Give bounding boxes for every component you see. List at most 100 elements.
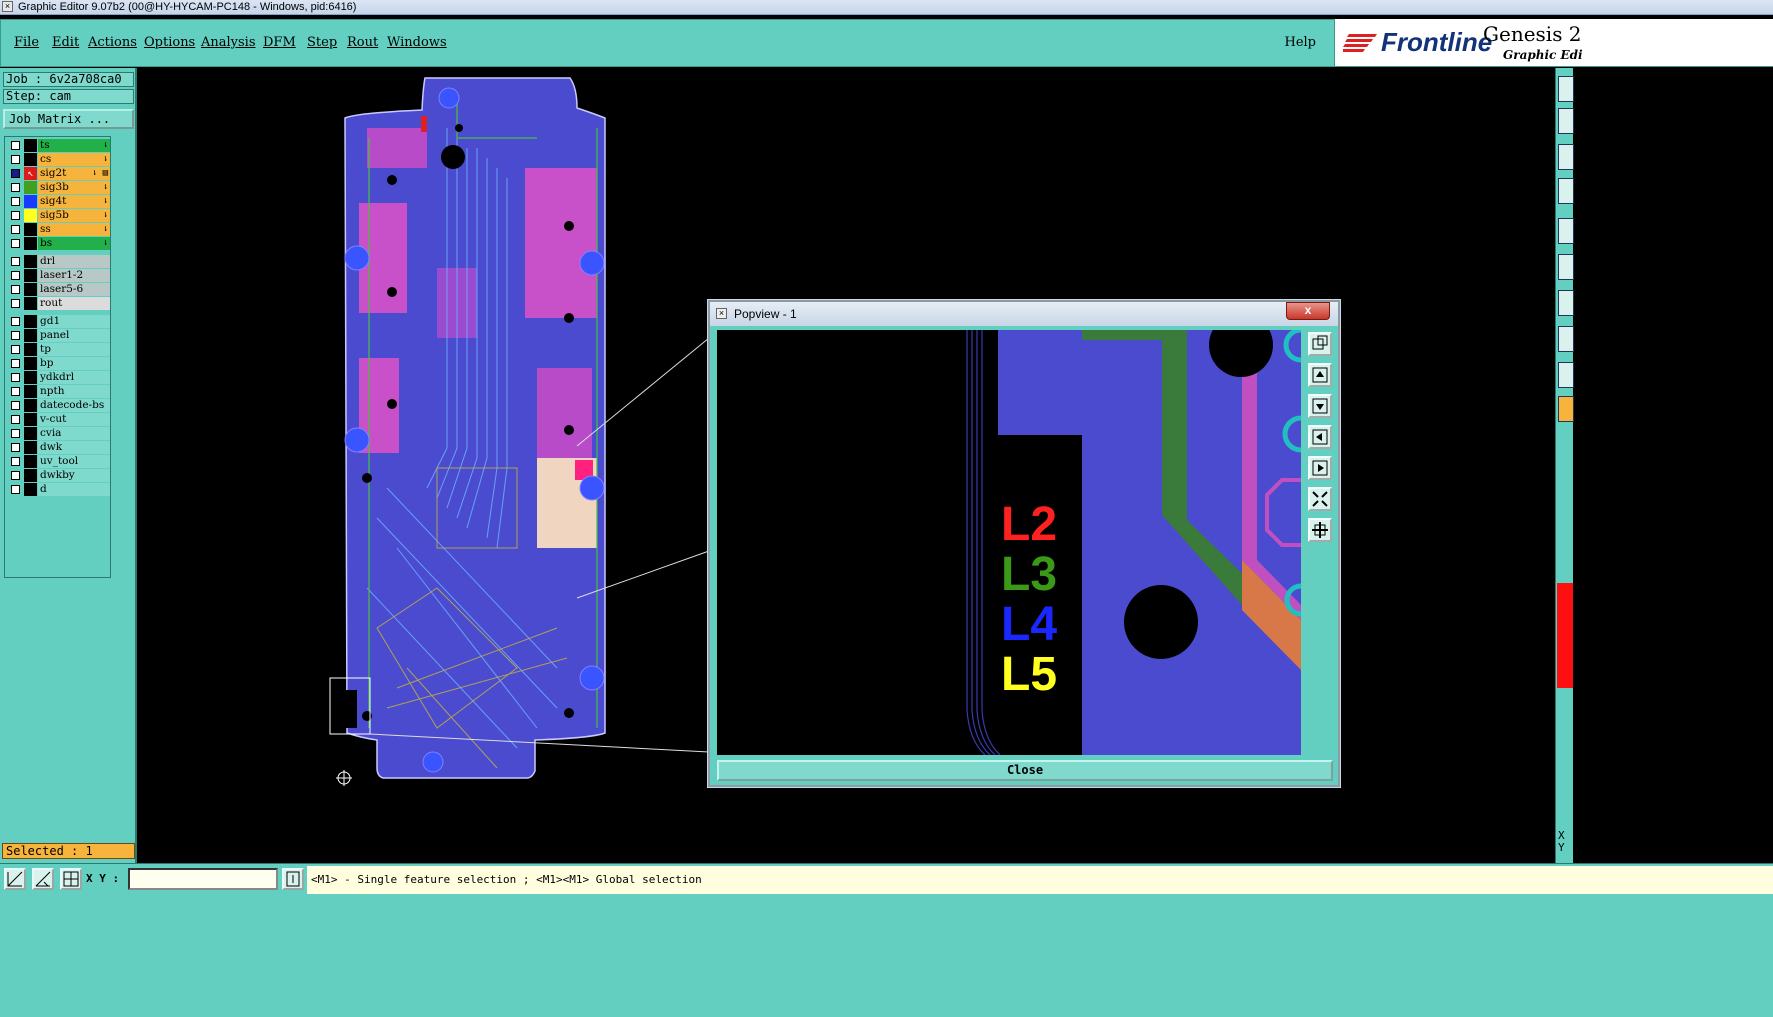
- layer-checkbox[interactable]: [11, 485, 20, 494]
- layer-row-gd1[interactable]: gd1: [7, 315, 111, 328]
- layer-row-ss[interactable]: ss ⇂: [7, 223, 111, 236]
- layer-color-swatch[interactable]: [24, 441, 37, 454]
- right-tool-button[interactable]: [1558, 362, 1574, 388]
- menu-rout[interactable]: Rout: [347, 35, 378, 50]
- layer-name[interactable]: tp: [38, 343, 110, 356]
- right-tool-button[interactable]: [1558, 144, 1574, 170]
- layer-row-sig5b[interactable]: sig5b ⇂: [7, 209, 111, 222]
- layer-row-sig4t[interactable]: sig4t ⇂: [7, 195, 111, 208]
- layer-row-sig2t[interactable]: ↖ sig2t ⇂ ▤: [7, 167, 111, 180]
- layer-checkbox[interactable]: [11, 359, 20, 368]
- layer-color-swatch[interactable]: [24, 455, 37, 468]
- layer-checkbox[interactable]: [11, 239, 20, 248]
- layer-row-bp[interactable]: bp: [7, 357, 111, 370]
- layer-color-swatch[interactable]: [24, 297, 37, 310]
- layer-color-swatch[interactable]: [24, 413, 37, 426]
- popview-pan-left-button[interactable]: [1308, 425, 1332, 449]
- layer-checkbox[interactable]: [11, 331, 20, 340]
- layer-color-swatch[interactable]: [24, 343, 37, 356]
- layer-row-tp[interactable]: tp: [7, 343, 111, 356]
- layer-row-panel[interactable]: panel: [7, 329, 111, 342]
- layer-color-swatch[interactable]: ↖: [24, 167, 37, 180]
- info-button[interactable]: [282, 868, 304, 890]
- layer-checkbox[interactable]: [11, 285, 20, 294]
- layer-checkbox[interactable]: [11, 373, 20, 382]
- layer-color-swatch[interactable]: [24, 195, 37, 208]
- popview-close-x-button[interactable]: x: [1286, 302, 1330, 320]
- right-tool-button[interactable]: [1558, 76, 1574, 102]
- layer-name[interactable]: dwkby: [38, 469, 110, 482]
- layer-row-ydkdrl[interactable]: ydkdrl: [7, 371, 111, 384]
- layer-checkbox[interactable]: [11, 271, 20, 280]
- right-tool-button[interactable]: [1558, 290, 1574, 316]
- layer-color-swatch[interactable]: [24, 385, 37, 398]
- menu-windows[interactable]: Windows: [387, 35, 447, 50]
- layer-row-ts[interactable]: ts ⇂: [7, 139, 111, 152]
- layer-name[interactable]: laser5-6: [38, 283, 110, 296]
- popview-pan-right-button[interactable]: [1308, 456, 1332, 480]
- layer-row-cvia[interactable]: cvia: [7, 427, 111, 440]
- measure-tool-button[interactable]: [32, 868, 54, 890]
- right-tool-button[interactable]: [1558, 178, 1574, 204]
- layer-name[interactable]: sig3b: [38, 181, 110, 194]
- layer-checkbox[interactable]: [11, 457, 20, 466]
- menu-actions[interactable]: Actions: [88, 35, 137, 50]
- layer-checkbox[interactable]: [11, 155, 20, 164]
- layer-color-swatch[interactable]: [24, 269, 37, 282]
- right-tool-button[interactable]: [1558, 218, 1574, 244]
- layer-name[interactable]: cs: [38, 153, 110, 166]
- layer-name[interactable]: panel: [38, 329, 110, 342]
- layer-checkbox[interactable]: [11, 317, 20, 326]
- layer-color-swatch[interactable]: [24, 237, 37, 250]
- layer-color-swatch[interactable]: [24, 315, 37, 328]
- layer-name[interactable]: bp: [38, 357, 110, 370]
- layer-row-v-cut[interactable]: v-cut: [7, 413, 111, 426]
- layer-row-laser5-6[interactable]: laser5-6: [7, 283, 111, 296]
- layer-name[interactable]: ts: [38, 139, 110, 152]
- right-tool-button-active[interactable]: [1558, 396, 1574, 422]
- job-matrix-button[interactable]: Job Matrix ...: [3, 109, 134, 129]
- layer-row-laser1-2[interactable]: laser1-2: [7, 269, 111, 282]
- layer-name[interactable]: datecode-bs: [38, 399, 110, 412]
- right-tool-button[interactable]: [1558, 254, 1574, 280]
- popview-canvas[interactable]: L2 L3 L4 L5: [717, 330, 1301, 755]
- layer-checkbox[interactable]: [11, 415, 20, 424]
- layer-name[interactable]: gd1: [38, 315, 110, 328]
- layer-name[interactable]: rout: [38, 297, 110, 310]
- layer-row-dwk[interactable]: dwk: [7, 441, 111, 454]
- layer-name[interactable]: bs: [38, 237, 110, 250]
- layer-row-d[interactable]: d: [7, 483, 111, 496]
- layer-name[interactable]: sig4t: [38, 195, 110, 208]
- menu-analysis[interactable]: Analysis: [201, 35, 256, 50]
- layer-checkbox[interactable]: [11, 141, 20, 150]
- layer-checkbox[interactable]: [11, 429, 20, 438]
- layer-name[interactable]: ss: [38, 223, 110, 236]
- layer-name[interactable]: npth: [38, 385, 110, 398]
- layer-color-swatch[interactable]: [24, 181, 37, 194]
- layer-checkbox[interactable]: [11, 401, 20, 410]
- layer-color-swatch[interactable]: [24, 469, 37, 482]
- layer-color-swatch[interactable]: [24, 483, 37, 496]
- layer-color-swatch[interactable]: [24, 371, 37, 384]
- layer-color-swatch[interactable]: [24, 399, 37, 412]
- popview-zoom-in-button[interactable]: [1308, 487, 1332, 511]
- popview-zoom-fit-button[interactable]: [1308, 518, 1332, 542]
- layer-row-npth[interactable]: npth: [7, 385, 111, 398]
- layer-name[interactable]: laser1-2: [38, 269, 110, 282]
- menu-edit[interactable]: Edit: [52, 35, 79, 50]
- layer-checkbox[interactable]: [11, 443, 20, 452]
- layer-checkbox[interactable]: [11, 299, 20, 308]
- layer-checkbox[interactable]: [11, 211, 20, 220]
- layer-color-swatch[interactable]: [24, 427, 37, 440]
- layer-color-swatch[interactable]: [24, 153, 37, 166]
- layer-row-cs[interactable]: cs ⇂: [7, 153, 111, 166]
- right-tool-button[interactable]: [1558, 108, 1574, 134]
- layer-row-sig3b[interactable]: sig3b ⇂: [7, 181, 111, 194]
- layer-color-swatch[interactable]: [24, 357, 37, 370]
- snap-tool-button[interactable]: [4, 868, 26, 890]
- layer-color-swatch[interactable]: [24, 255, 37, 268]
- popview-pan-up-button[interactable]: [1308, 363, 1332, 387]
- menu-file[interactable]: File: [14, 35, 39, 50]
- layer-checkbox[interactable]: [11, 257, 20, 266]
- layer-name[interactable]: drl: [38, 255, 110, 268]
